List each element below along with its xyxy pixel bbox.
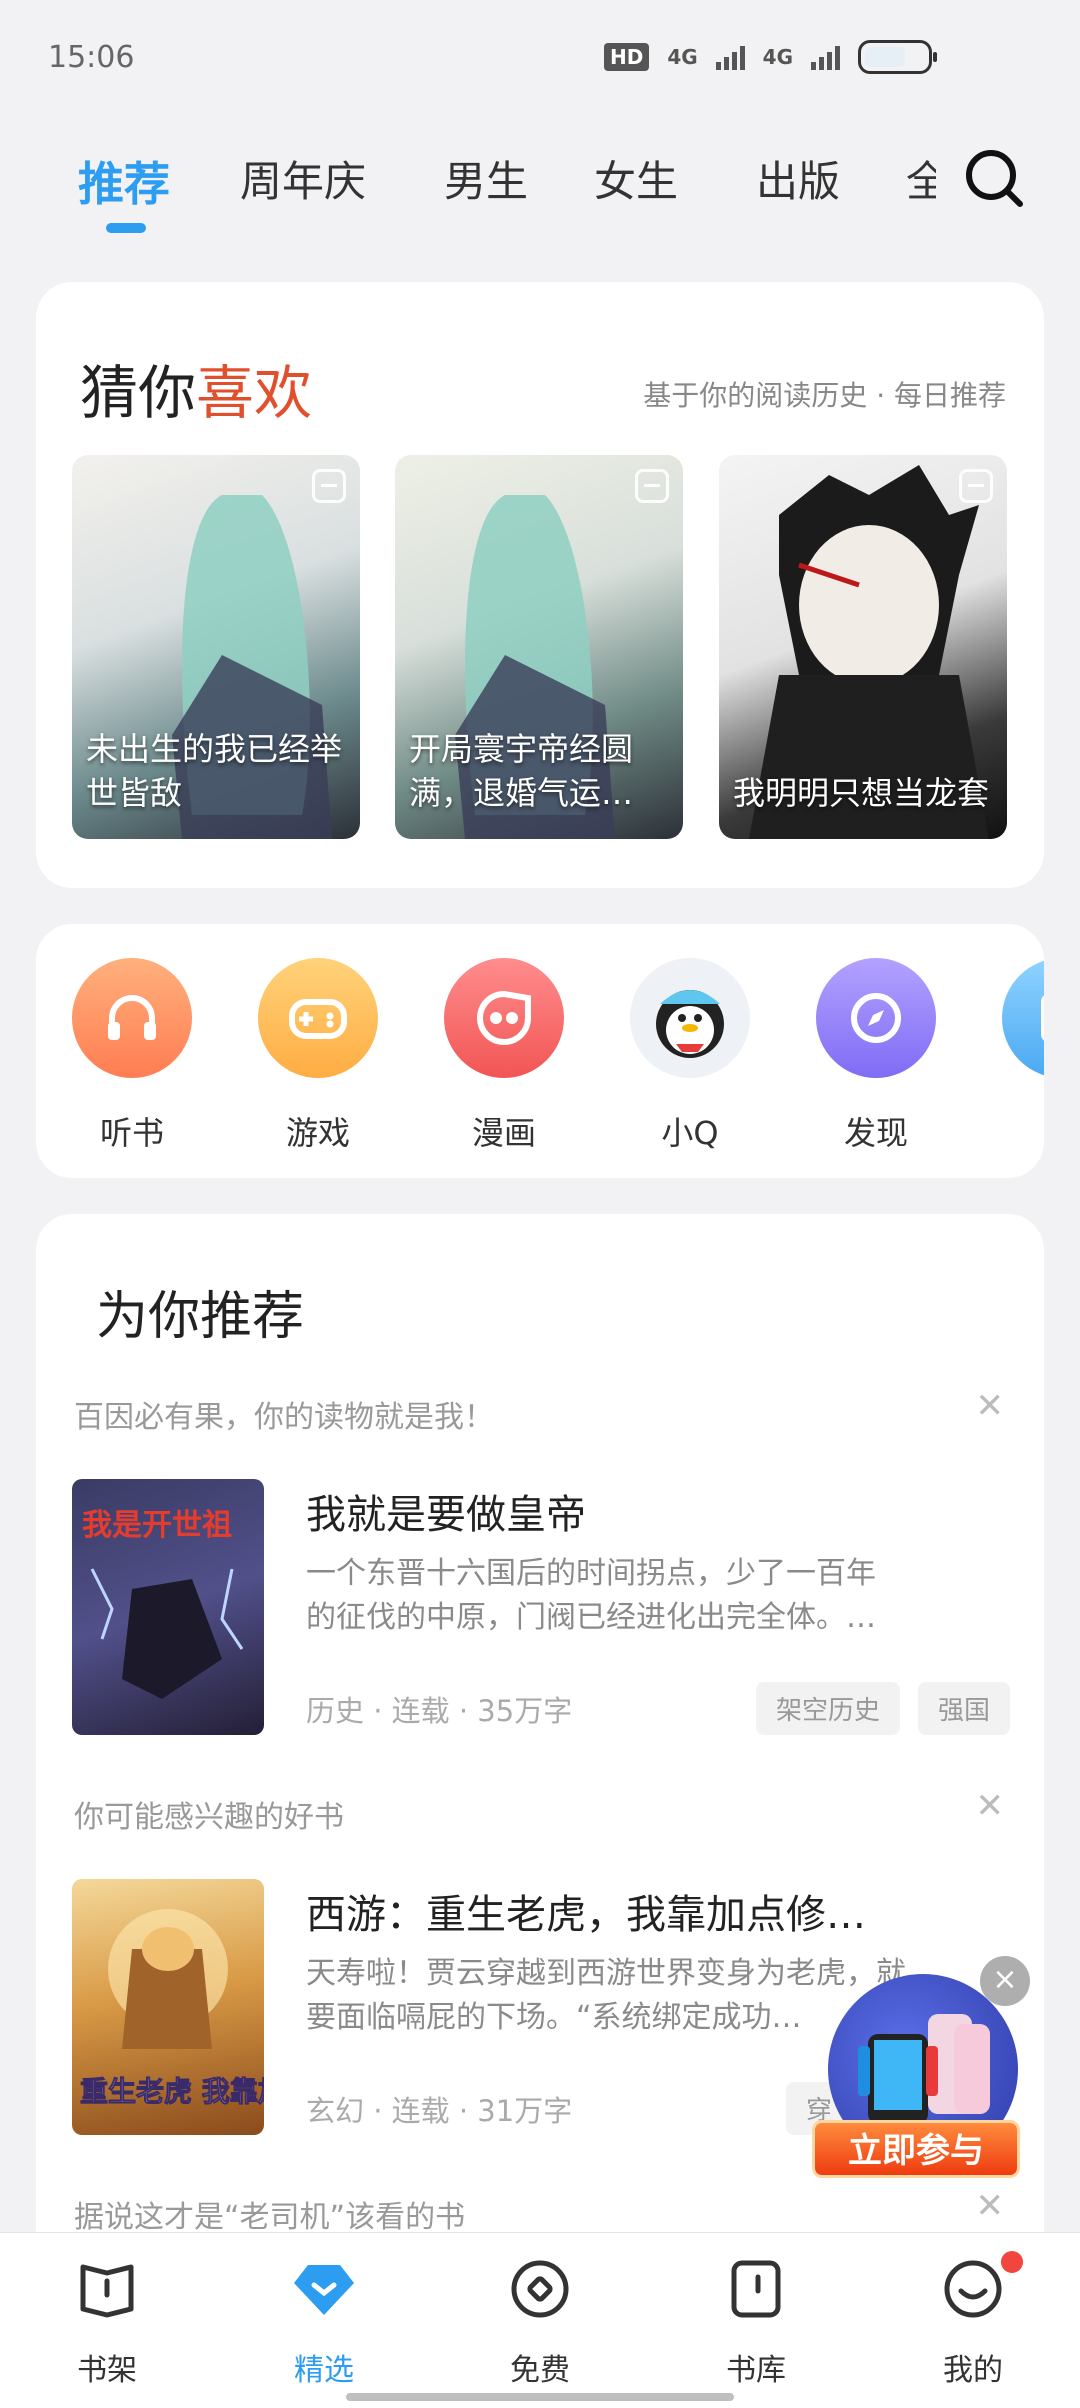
library-icon [724,2257,788,2321]
recommend-reason: 你可能感兴趣的好书 [74,1800,344,1835]
quick-entry-comic[interactable]: 漫画 [444,958,564,1154]
profile-icon [941,2257,1005,2321]
quick-entry-label: 小Q [661,1114,719,1152]
quick-entry-label: 漫画 [471,1114,536,1152]
cover-title-text: 重生老虎 我靠加点修仙 [80,2075,264,2108]
book-description: 一个东晋十六国后的时间拐点，少了一百年 的征伐的中原，门阀已经进化出完全体。… [306,1552,1006,1640]
book-card[interactable]: 未出生的我已经举世皆敌 [72,455,360,839]
battery-icon [858,40,937,74]
quick-entry-book[interactable]: 书 [1002,958,1044,1154]
compass-icon [816,958,936,1078]
penguin-icon [630,958,750,1078]
cover-illustration: 我是开世祖 [82,1508,244,1699]
book-card[interactable]: 开局寰宇帝经圆满，退婚气运… [395,455,683,839]
description-line: 一个东晋十六国后的时间拐点，少了一百年 [306,1556,876,1591]
tab-male[interactable]: 男生 [444,148,528,209]
gamepad-icon [258,958,378,1078]
nav-bookshelf[interactable]: 书架 [47,2257,167,2389]
guess-subtitle: 基于你的阅读历史 · 每日推荐 [643,379,1006,412]
featured-icon [292,2257,356,2321]
cover-illustration: 重生老虎 我靠加点修仙 [80,1909,264,2109]
quick-entry-label: 听书 [99,1114,164,1152]
guess-title-main: 猜你 [80,359,197,427]
recommend-reason: 据说这才是“老司机”该看的书 [74,2200,466,2235]
tab-anniversary[interactable]: 周年庆 [240,148,366,209]
status-bar: 15:06 HD 4G 4G [0,0,1080,110]
status-indicators: HD 4G 4G [603,40,937,74]
quick-entry-card: 听书 游戏 漫画 小Q 发现 书 [36,924,1044,1178]
nav-label: 书库 [726,2353,786,2388]
cover-title-text: 我是开世祖 [82,1508,232,1543]
guess-title-accent: 喜欢 [196,359,313,427]
network-label-2: 4G [762,45,793,69]
free-icon [508,2257,572,2321]
active-tab-indicator [106,223,146,233]
category-tabs: 推荐 周年庆 男生 女生 出版 全 [0,130,1080,240]
promo-join-button[interactable]: 立即参与 [812,2120,1020,2178]
comic-icon [444,958,564,1078]
recommend-title: 为你推荐 [96,1287,305,1347]
network-label-1: 4G [667,45,698,69]
book-cover[interactable]: 我是开世祖 [72,1479,264,1735]
description-line: 的征伐的中原，门阀已经进化出完全体。… [306,1600,876,1635]
dismiss-icon[interactable] [635,469,669,503]
promo-close-button[interactable]: × [980,1956,1030,2006]
quick-entry-xiaoq[interactable]: 小Q [630,958,750,1154]
book-icon [1002,958,1044,1078]
signal-icon [715,44,745,70]
nav-library[interactable]: 书库 [696,2257,816,2389]
book-tag[interactable]: 强国 [918,1682,1011,1735]
bookshelf-icon [75,2257,139,2321]
book-tag[interactable]: 架空历史 [756,1682,901,1735]
nav-profile[interactable]: 我的 [913,2251,1033,2389]
nav-label: 精选 [294,2353,354,2388]
quick-entry-label: 书 [1002,1108,1044,1154]
close-icon[interactable]: ✕ [976,1386,1005,1426]
nav-label: 我的 [943,2353,1003,2388]
nav-label: 免费 [510,2353,570,2388]
tab-female[interactable]: 女生 [594,148,678,209]
quick-entry-discover[interactable]: 发现 [816,958,936,1154]
book-title: 我明明只想当龙套 [733,774,990,812]
close-icon[interactable]: ✕ [976,2186,1005,2226]
dismiss-icon[interactable] [959,469,993,503]
recommend-card: 为你推荐 百因必有果，你的读物就是我！ ✕ 我是开世祖 我就是要做皇帝 一个东晋… [36,1214,1044,2408]
bottom-navigation: 书架 精选 免费 书库 我的 [0,2232,1080,2408]
nav-featured[interactable]: 精选 [264,2257,384,2389]
book-meta: 玄幻 · 连载 · 31万字 [306,2094,573,2128]
dismiss-icon[interactable] [312,469,346,503]
recommend-reason: 百因必有果，你的读物就是我！ [74,1400,494,1435]
tab-recommend[interactable]: 推荐 [78,148,170,214]
headphones-icon [72,958,192,1078]
quick-entry-game[interactable]: 游戏 [258,958,378,1154]
book-card[interactable]: 我明明只想当龙套 [719,455,1007,839]
search-icon[interactable] [964,148,1024,208]
book-name: 西游：重生老虎，我靠加点修… [306,1892,866,1938]
book-title: 未出生的我已经举世皆敌 [86,730,343,812]
status-time: 15:06 [48,40,135,75]
tab-more[interactable]: 全 [906,148,936,209]
floating-promo[interactable]: × 立即参与 [812,1956,1030,2178]
nav-free[interactable]: 免费 [480,2257,600,2389]
home-indicator[interactable] [346,2393,734,2401]
quick-entry-label: 发现 [843,1114,908,1152]
book-cover[interactable]: 重生老虎 我靠加点修仙 [72,1879,264,2135]
book-meta: 历史 · 连载 · 35万字 [306,1694,573,1728]
book-title: 开局寰宇帝经圆满，退婚气运… [409,730,634,812]
signal-icon [811,44,840,70]
tab-publishing[interactable]: 出版 [756,148,840,209]
guess-title: 猜你喜欢 [80,346,312,430]
guess-you-like-card: 猜你喜欢 基于你的阅读历史 · 每日推荐 未出生的我已经举世皆敌 开局寰宇帝经圆… [36,282,1044,888]
book-name: 我就是要做皇帝 [306,1492,586,1538]
quick-entry-label: 游戏 [285,1114,350,1152]
quick-entry-audiobook[interactable]: 听书 [72,958,192,1154]
close-icon[interactable]: ✕ [976,1786,1005,1826]
notification-badge [1001,2251,1023,2273]
hd-badge: HD [603,43,650,71]
nav-label: 书架 [77,2353,137,2388]
